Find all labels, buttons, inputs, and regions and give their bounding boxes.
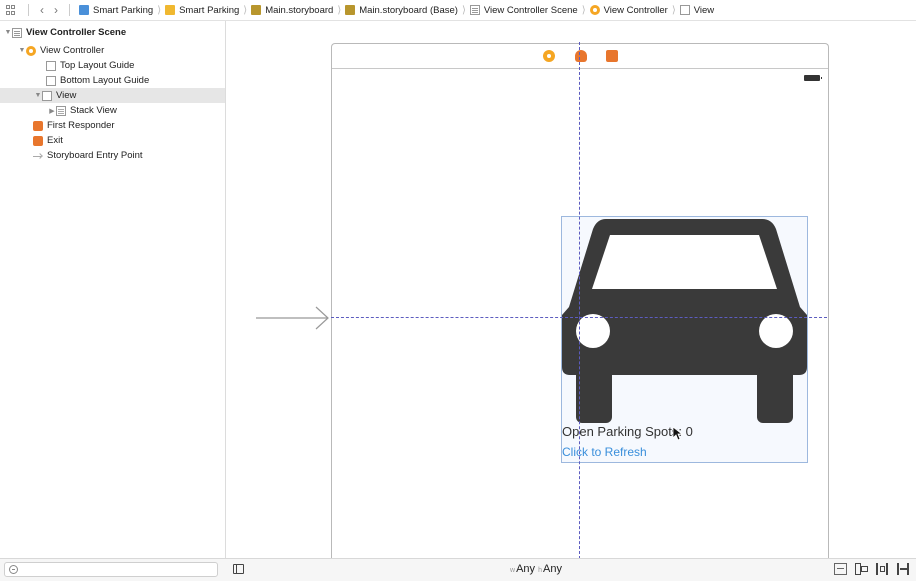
entry-point-arrow-icon[interactable] — [256, 306, 332, 330]
folder-icon — [165, 5, 176, 15]
outline-label: View Controller Scene — [26, 27, 127, 38]
outline-entry-point[interactable]: Storyboard Entry Point — [0, 148, 258, 163]
first-responder-icon — [33, 120, 43, 131]
view-controller-icon[interactable] — [543, 50, 555, 62]
outline-label: View — [56, 90, 77, 101]
outline-view-controller[interactable]: ▼ View Controller — [0, 43, 243, 58]
view-icon — [679, 5, 690, 15]
crumb-label: Main.storyboard — [265, 4, 334, 16]
bottom-bar: wAny hAny — [0, 558, 916, 581]
width-class-label: Any — [516, 563, 536, 575]
scene-icon — [12, 27, 22, 38]
align-icon[interactable] — [855, 563, 868, 575]
view-controller-scene[interactable]: Open Parking Spots: 0 Click to Refresh — [331, 43, 829, 558]
crumb-label: View — [693, 4, 715, 16]
storyboard-icon — [345, 5, 356, 15]
layout-guide-icon — [46, 60, 56, 71]
jump-bar: ‹ › Smart Parking ⟩ Smart Parking ⟩ Main… — [0, 0, 916, 21]
width-prefix: w — [510, 567, 516, 574]
outline-first-responder[interactable]: First Responder — [0, 118, 258, 133]
crumb-view-controller[interactable]: View Controller — [587, 5, 671, 16]
document-outline: ▼ View Controller Scene ▼ View Controlle… — [0, 21, 226, 558]
disclosure-down-icon[interactable]: ▼ — [18, 47, 26, 54]
view-controller-icon — [26, 45, 36, 56]
filter-icon — [9, 565, 18, 574]
chevron-right-icon: ⟩ — [243, 4, 248, 16]
project-icon — [79, 5, 89, 15]
forward-arrow-icon[interactable]: › — [49, 3, 63, 17]
outline-label: Top Layout Guide — [60, 60, 135, 71]
car-image[interactable] — [562, 217, 807, 423]
crumb-folder[interactable]: Smart Parking — [162, 5, 242, 16]
embed-in-stack-icon[interactable] — [834, 563, 847, 575]
outline-label: Stack View — [70, 105, 117, 116]
divider — [69, 4, 70, 16]
disclosure-down-icon[interactable]: ▼ — [34, 92, 42, 99]
battery-icon — [804, 75, 822, 81]
outline-label: First Responder — [47, 120, 115, 131]
resolve-layout-icon[interactable] — [897, 563, 910, 575]
first-responder-icon[interactable] — [575, 50, 587, 62]
crumb-scene[interactable]: View Controller Scene — [467, 5, 581, 16]
back-arrow-icon[interactable]: ‹ — [35, 3, 49, 17]
chevron-right-icon: ⟩ — [581, 4, 586, 16]
disclosure-down-icon[interactable]: ▼ — [4, 29, 12, 36]
storyboard-icon — [251, 5, 262, 15]
crumb-storyboard[interactable]: Main.storyboard — [248, 5, 336, 16]
toggle-document-outline-icon[interactable] — [233, 564, 244, 574]
outline-label: Exit — [47, 135, 63, 146]
outline-label: Storyboard Entry Point — [47, 150, 143, 161]
chevron-right-icon: ⟩ — [337, 4, 342, 16]
mouse-cursor-icon — [673, 427, 683, 441]
crumb-storyboard-base[interactable]: Main.storyboard (Base) — [342, 5, 461, 16]
scene-dock — [332, 44, 828, 69]
refresh-button[interactable]: Click to Refresh — [562, 445, 647, 459]
related-items-icon[interactable] — [6, 5, 16, 15]
crumb-label: Smart Parking — [179, 4, 240, 16]
crumb-label: Main.storyboard (Base) — [359, 4, 458, 16]
vertical-center-guide — [579, 42, 580, 558]
crumb-label: Smart Parking — [93, 4, 154, 16]
height-prefix: h — [538, 567, 542, 574]
size-class-control[interactable]: wAny hAny — [510, 563, 562, 575]
layout-guide-icon — [46, 75, 56, 86]
crumb-project[interactable]: Smart Parking — [76, 5, 156, 16]
chevron-right-icon: ⟩ — [461, 4, 466, 16]
chevron-right-icon: ⟩ — [671, 4, 676, 16]
layout-tools — [834, 563, 910, 575]
view-controller-icon — [589, 5, 600, 15]
divider — [28, 4, 29, 16]
outline-view[interactable]: ▼ View — [0, 88, 225, 103]
crumb-view[interactable]: View — [677, 5, 717, 16]
outline-label: Bottom Layout Guide — [60, 75, 150, 86]
horizontal-center-guide — [331, 317, 827, 318]
storyboard-canvas[interactable]: Open Parking Spots: 0 Click to Refresh — [226, 21, 916, 558]
entry-arrow-icon — [33, 151, 43, 161]
exit-icon[interactable] — [606, 50, 618, 62]
outline-exit[interactable]: Exit — [0, 133, 258, 148]
exit-icon — [33, 135, 43, 146]
scene-icon — [469, 5, 480, 15]
height-class-label: Any — [543, 563, 562, 575]
crumb-label: View Controller Scene — [483, 4, 578, 16]
crumb-label: View Controller — [603, 4, 668, 16]
outline-filter-field[interactable] — [4, 562, 218, 577]
view-icon — [42, 90, 52, 101]
chevron-right-icon: ⟩ — [157, 4, 162, 16]
stack-view[interactable]: Open Parking Spots: 0 Click to Refresh — [561, 216, 808, 463]
outline-scene[interactable]: ▼ View Controller Scene — [0, 25, 229, 40]
pin-icon[interactable] — [876, 563, 889, 575]
disclosure-right-icon[interactable]: ▶ — [48, 107, 56, 115]
stack-view-icon — [56, 105, 66, 116]
outline-label: View Controller — [40, 45, 105, 56]
